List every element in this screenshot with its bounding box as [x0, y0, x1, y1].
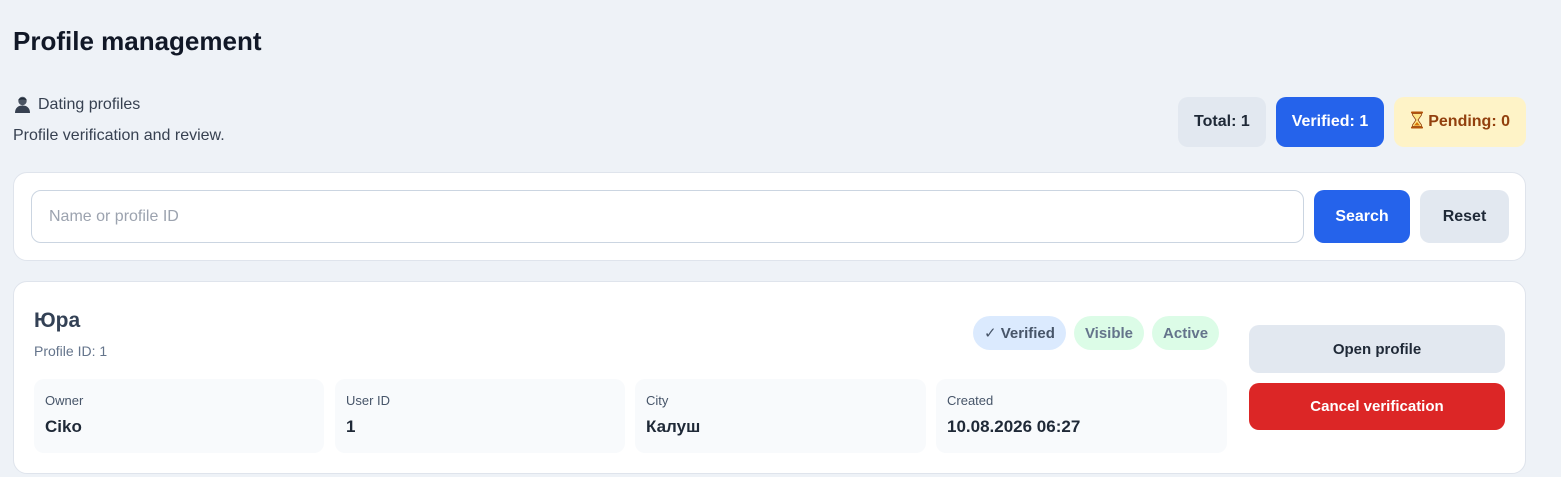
section-header: Dating profiles Profile verification and…	[13, 95, 225, 145]
user-id-tile: User ID 1	[335, 379, 625, 453]
cancel-verification-button[interactable]: Cancel verification	[1249, 383, 1505, 430]
user-icon	[13, 95, 32, 114]
profile-name: Юра	[34, 309, 81, 332]
hourglass-icon	[1410, 111, 1424, 134]
open-profile-button[interactable]: Open profile	[1249, 325, 1505, 373]
section-label-text: Dating profiles	[38, 95, 141, 113]
stat-pending-label: Pending: 0	[1428, 113, 1510, 130]
stat-total: Total: 1	[1178, 97, 1266, 147]
verified-badge: ✓ Verified	[973, 316, 1066, 350]
city-value: Калуш	[646, 417, 701, 436]
user-id-label: User ID	[346, 393, 391, 408]
stats-bar: Total: 1 Verified: 1 Pending: 0	[1178, 97, 1526, 147]
visible-badge: Visible	[1073, 316, 1145, 350]
city-label: City	[646, 393, 669, 408]
page: Profile management Dating profiles Profi…	[0, 0, 1545, 477]
profile-badges: ✓ Verified Visible Active	[973, 316, 1220, 350]
page-title: Profile management	[13, 26, 262, 56]
section-label: Dating profiles	[13, 95, 225, 114]
profile-id: Profile ID: 1	[34, 343, 108, 359]
city-tile: City Калуш	[635, 379, 926, 453]
search-input[interactable]	[31, 190, 1304, 243]
owner-value: Ciko	[45, 417, 82, 436]
section-description: Profile verification and review.	[13, 127, 225, 144]
stat-total-label: Total: 1	[1194, 113, 1250, 130]
active-badge: Active	[1152, 316, 1220, 350]
stat-verified: Verified: 1	[1275, 97, 1385, 147]
owner-label: Owner	[45, 393, 84, 408]
user-id-value: 1	[346, 417, 356, 436]
owner-tile: Owner Ciko	[34, 379, 324, 453]
stat-pending: Pending: 0	[1394, 97, 1526, 147]
reset-button[interactable]: Reset	[1420, 190, 1509, 243]
profile-card: Юра Profile ID: 1 ✓ Verified Visible Act…	[13, 281, 1526, 474]
created-value: 10.08.2026 06:27	[947, 417, 1081, 436]
stat-verified-label: Verified: 1	[1291, 113, 1369, 130]
created-tile: Created 10.08.2026 06:27	[936, 379, 1227, 453]
search-card: Search Reset	[13, 172, 1526, 261]
search-button[interactable]: Search	[1314, 190, 1410, 243]
created-label: Created	[947, 393, 994, 408]
